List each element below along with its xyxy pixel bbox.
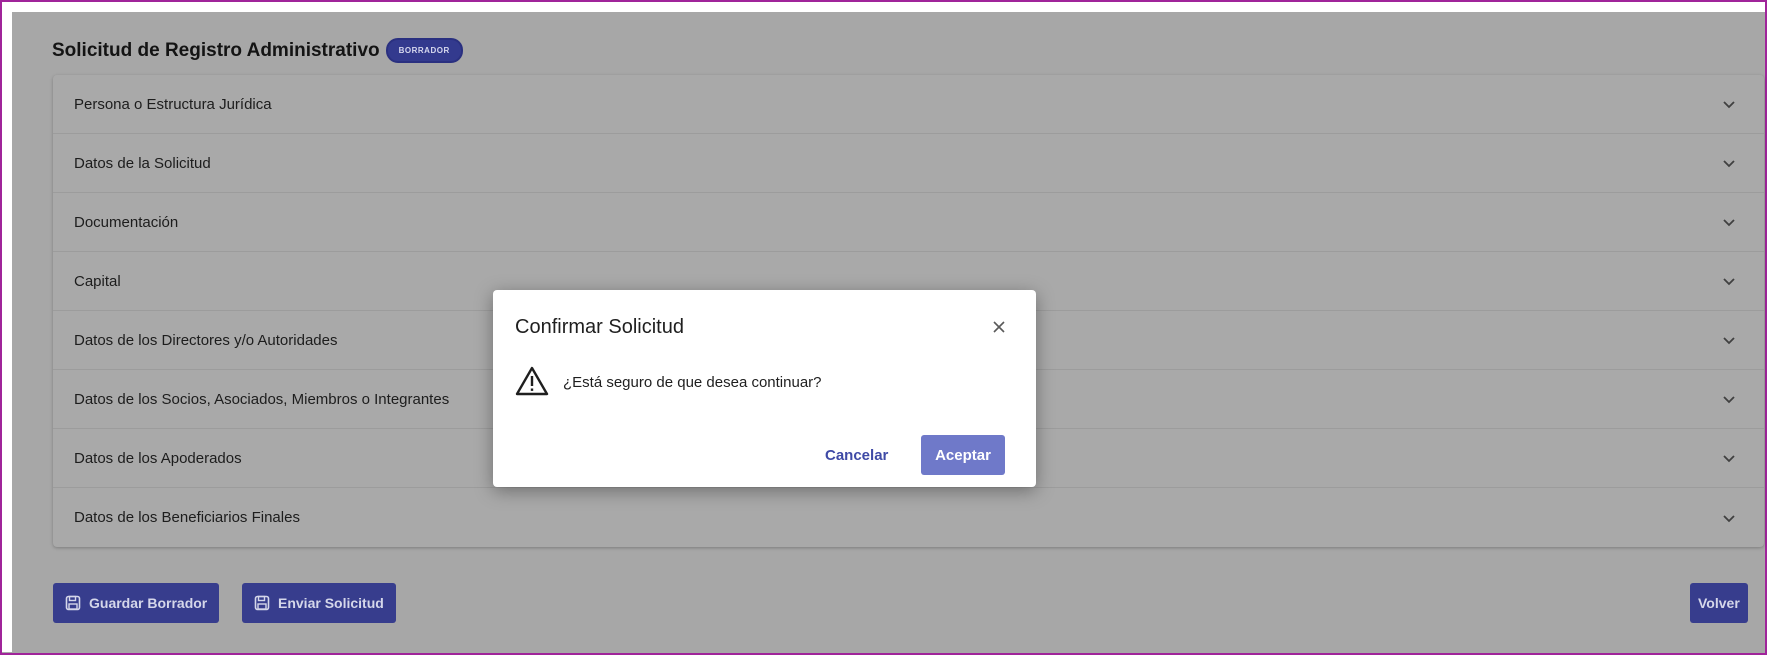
accordion-item-label: Datos de los Beneficiarios Finales [74,509,300,526]
back-label: Volver [1698,595,1740,611]
close-icon[interactable] [990,318,1008,336]
chevron-down-icon [1722,274,1736,288]
chevron-down-icon [1722,511,1736,525]
accordion-item-label: Datos de la Solicitud [74,154,211,172]
confirm-dialog: Confirmar Solicitud ¿Está seguro de que … [493,290,1036,487]
accordion-item-documentacion[interactable]: Documentación [53,193,1764,252]
dialog-title: Confirmar Solicitud [515,316,684,338]
chevron-down-icon [1722,215,1736,229]
page-title: Solicitud de Registro Administrativo [52,39,380,61]
floppy-disk-icon [254,595,270,611]
accordion-item-label: Capital [74,272,121,290]
dialog-message: ¿Está seguro de que desea continuar? [563,374,822,391]
accordion-item-label: Persona o Estructura Jurídica [74,95,272,113]
page-header: Solicitud de Registro Administrativo BOR… [52,38,463,63]
send-request-button[interactable]: Enviar Solicitud [242,583,396,623]
chevron-down-icon [1722,97,1736,111]
warning-triangle-icon [514,365,550,397]
top-margin [2,2,1765,12]
accept-button[interactable]: Aceptar [921,435,1005,475]
accordion-item-persona[interactable]: Persona o Estructura Jurídica [53,75,1764,134]
accordion-item-label: Datos de los Socios, Asociados, Miembros… [74,390,450,408]
chevron-down-icon [1722,333,1736,347]
floppy-disk-icon [65,595,81,611]
cancel-button[interactable]: Cancelar [825,435,888,475]
accordion-item-label: Datos de los Directores y/o Autoridades [74,331,338,349]
chevron-down-icon [1722,156,1736,170]
accordion-item-datos-solicitud[interactable]: Datos de la Solicitud [53,134,1764,193]
accordion-item-label: Datos de los Apoderados [74,449,242,467]
accordion-item-label: Documentación [74,213,179,231]
status-badge: BORRADOR [385,38,463,63]
send-request-label: Enviar Solicitud [278,595,384,611]
chevron-down-icon [1722,451,1736,465]
accordion-item-beneficiarios[interactable]: Datos de los Beneficiarios Finales [53,488,1764,547]
chevron-down-icon [1722,392,1736,406]
back-button[interactable]: Volver [1690,583,1748,623]
left-margin [2,12,12,652]
save-draft-button[interactable]: Guardar Borrador [53,583,220,623]
save-draft-label: Guardar Borrador [89,595,208,611]
